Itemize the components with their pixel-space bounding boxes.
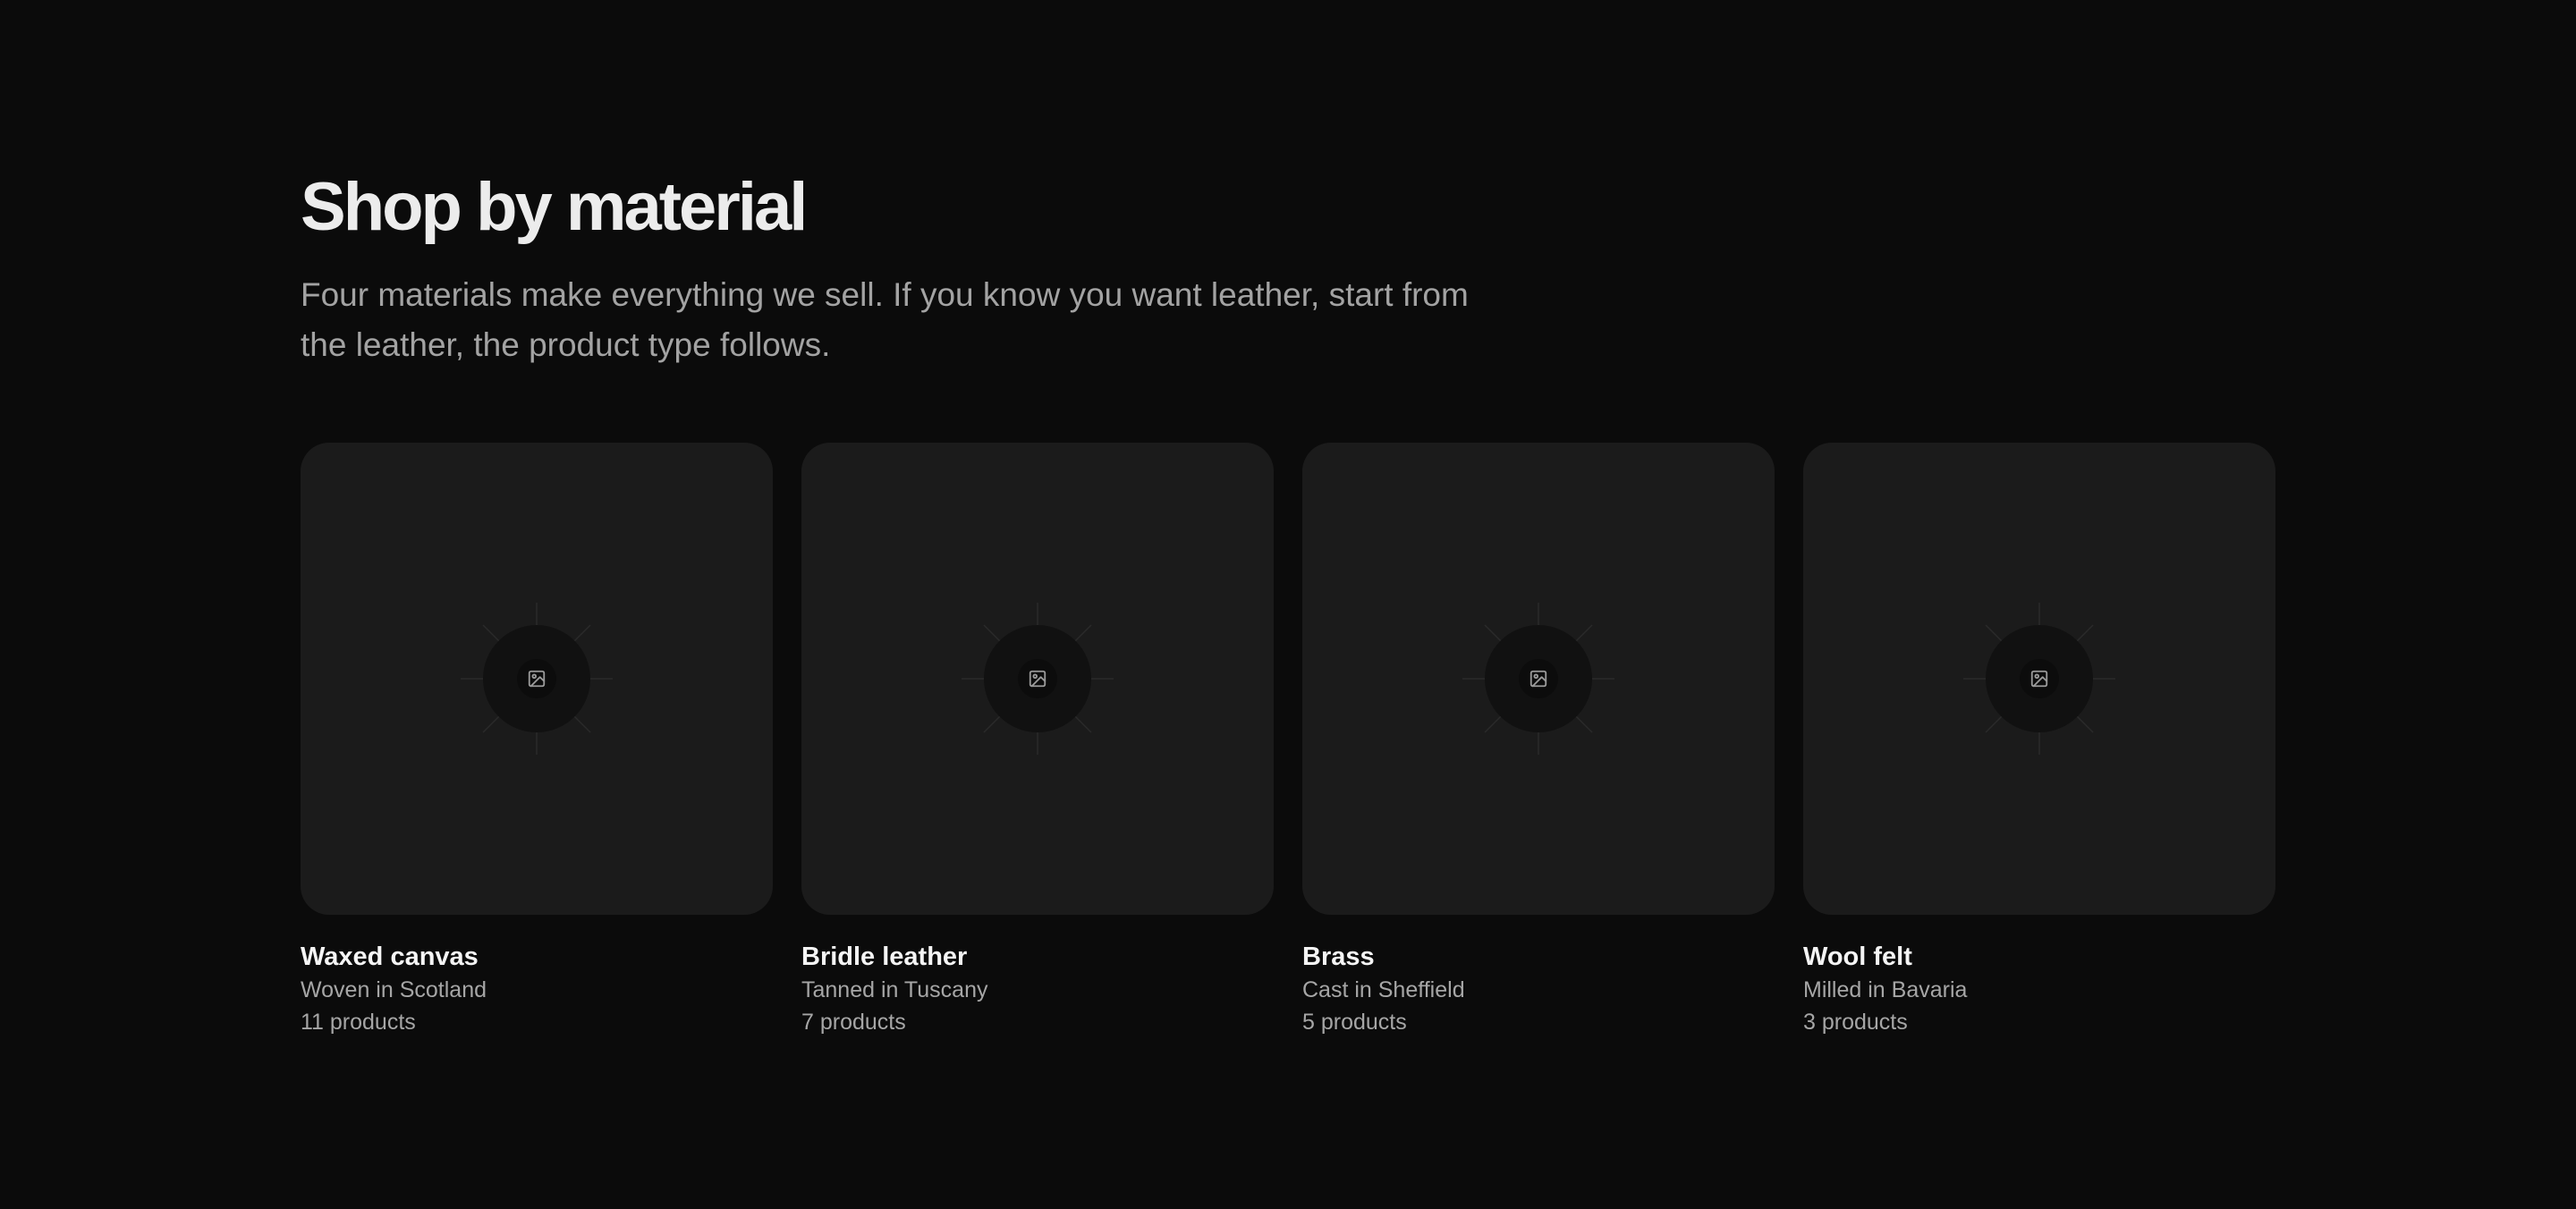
image-placeholder-icon bbox=[517, 659, 556, 698]
material-product-count: 7 products bbox=[801, 1010, 906, 1035]
section-title: Shop by material bbox=[301, 169, 808, 245]
material-name: Wool felt bbox=[1803, 943, 1912, 971]
material-origin: Tanned in Tuscany bbox=[801, 977, 988, 1002]
material-grid: Waxed canvas Woven in Scotland 11 produc… bbox=[301, 443, 2275, 1038]
image-placeholder-icon bbox=[1519, 659, 1558, 698]
section-subtitle: Four materials make everything we sell. … bbox=[301, 276, 1469, 363]
material-name: Bridle leather bbox=[801, 943, 968, 971]
material-card-wool-felt[interactable]: Wool felt Milled in Bavaria 3 products bbox=[1803, 443, 2275, 1038]
material-origin: Woven in Scotland bbox=[301, 977, 487, 1002]
material-name: Brass bbox=[1302, 943, 1375, 971]
material-product-count: 5 products bbox=[1302, 1010, 1407, 1035]
material-image-placeholder bbox=[1803, 443, 2275, 915]
material-card-waxed-canvas[interactable]: Waxed canvas Woven in Scotland 11 produc… bbox=[301, 443, 773, 1038]
material-image-placeholder bbox=[801, 443, 1274, 915]
material-card-bridle-leather[interactable]: Bridle leather Tanned in Tuscany 7 produ… bbox=[801, 443, 1274, 1038]
material-image-placeholder bbox=[1302, 443, 1775, 915]
material-origin: Cast in Sheffield bbox=[1302, 977, 1465, 1002]
material-origin: Milled in Bavaria bbox=[1803, 977, 1968, 1002]
image-placeholder-icon bbox=[2020, 659, 2059, 698]
material-name: Waxed canvas bbox=[301, 943, 479, 971]
material-product-count: 11 products bbox=[301, 1010, 416, 1035]
material-product-count: 3 products bbox=[1803, 1010, 1908, 1035]
material-image-placeholder bbox=[301, 443, 773, 915]
material-card-brass[interactable]: Brass Cast in Sheffield 5 products bbox=[1302, 443, 1775, 1038]
image-placeholder-icon bbox=[1018, 659, 1057, 698]
